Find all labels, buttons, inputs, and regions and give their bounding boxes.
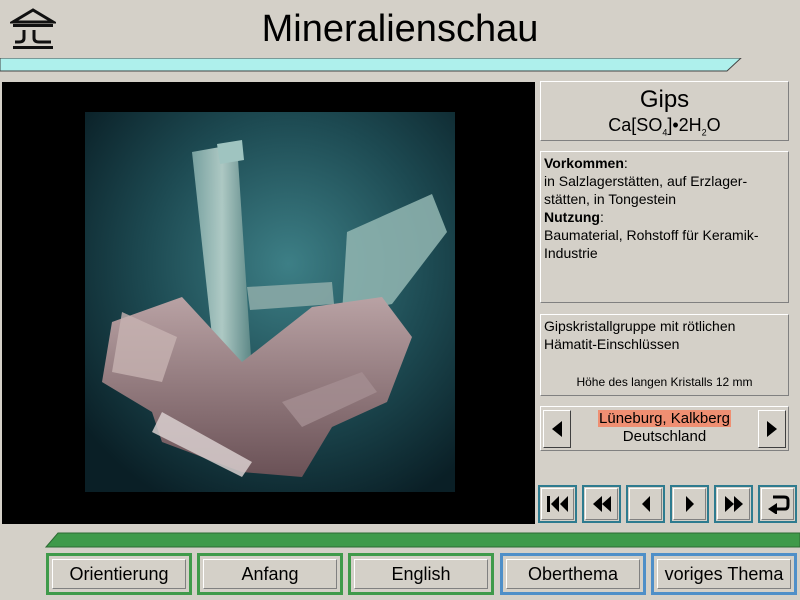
triangle-right-icon bbox=[767, 421, 777, 437]
first-page-button[interactable] bbox=[538, 485, 577, 523]
location-text: Lüneburg, Kalkberg Deutschland bbox=[573, 410, 756, 446]
mineral-name-panel: Gips Ca[SO4]•2H2O bbox=[540, 81, 789, 141]
footer-divider-band bbox=[0, 532, 800, 548]
page-title: Mineralienschau bbox=[261, 8, 539, 50]
location-country: Deutschland bbox=[622, 428, 707, 445]
mineral-photo bbox=[2, 82, 535, 524]
location-place: Lüneburg, Kalkberg bbox=[598, 410, 731, 427]
rewind-button[interactable] bbox=[582, 485, 621, 523]
header-divider-band bbox=[0, 57, 800, 72]
size-note: Höhe des langen Kristalls 12 mm bbox=[576, 375, 753, 389]
usage-text-line1: Baumaterial, Rohstoff für Keramik- bbox=[544, 227, 759, 243]
first-icon bbox=[546, 496, 568, 512]
fast-forward-button[interactable] bbox=[714, 485, 753, 523]
occurrence-text-line2: stätten, in Tongestein bbox=[544, 191, 677, 207]
usage-label: Nutzung bbox=[544, 209, 600, 225]
location-panel: Lüneburg, Kalkberg Deutschland bbox=[540, 406, 789, 451]
fast-forward-icon bbox=[724, 496, 743, 512]
previous-button[interactable] bbox=[626, 485, 665, 523]
specimen-description-panel: Gipskristallgruppe mit rötlichen Hämatit… bbox=[540, 314, 789, 396]
orientation-button[interactable]: Orientierung bbox=[46, 553, 192, 595]
next-button[interactable] bbox=[670, 485, 709, 523]
mineral-name: Gips bbox=[639, 86, 690, 113]
mineral-formula: Ca[SO4]•2H2O bbox=[608, 115, 721, 138]
location-previous-button[interactable] bbox=[543, 410, 571, 448]
previous-icon bbox=[641, 496, 650, 512]
mineral-info-panel: Vorkommen: in Salzlagerstätten, auf Erzl… bbox=[540, 151, 789, 303]
usage-text-line2: Industrie bbox=[544, 245, 598, 261]
return-icon bbox=[767, 495, 789, 514]
occurrence-text-line1: in Salzlagerstätten, auf Erzlager- bbox=[544, 173, 748, 189]
previous-topic-button[interactable]: voriges Thema bbox=[651, 553, 797, 595]
description-line2: Hämatit-Einschlüssen bbox=[544, 336, 680, 352]
description-line1: Gipskristallgruppe mit rötlichen bbox=[544, 318, 736, 334]
start-button[interactable]: Anfang bbox=[197, 553, 343, 595]
next-icon bbox=[685, 496, 694, 512]
location-next-button[interactable] bbox=[758, 410, 786, 448]
occurrence-label: Vorkommen bbox=[544, 155, 624, 171]
parent-topic-button[interactable]: Oberthema bbox=[500, 553, 646, 595]
return-button[interactable] bbox=[758, 485, 797, 523]
rewind-icon bbox=[592, 496, 611, 512]
triangle-left-icon bbox=[552, 421, 562, 437]
english-button[interactable]: English bbox=[348, 553, 494, 595]
